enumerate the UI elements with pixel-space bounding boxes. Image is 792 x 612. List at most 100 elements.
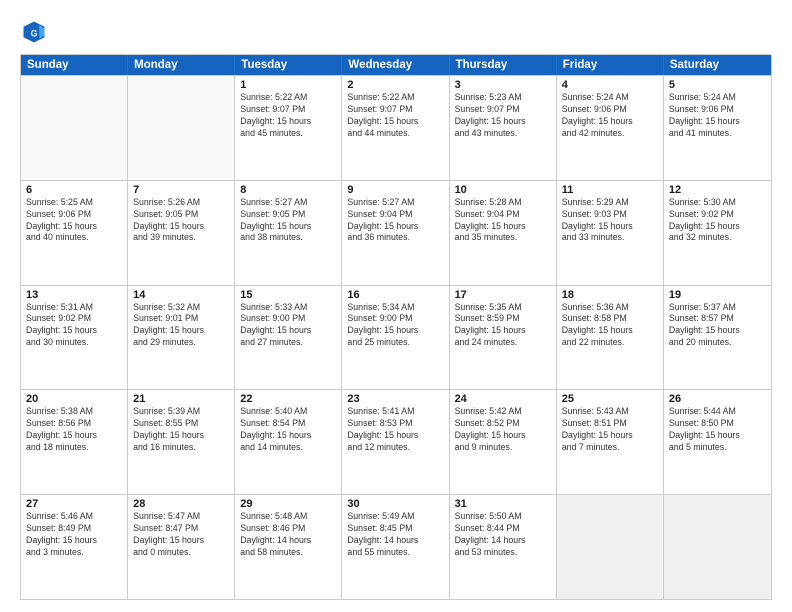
- cell-line: and 25 minutes.: [347, 337, 443, 349]
- cell-line: Sunrise: 5:24 AM: [562, 92, 658, 104]
- day-number: 7: [133, 184, 229, 196]
- calendar-cell: 7Sunrise: 5:26 AMSunset: 9:05 PMDaylight…: [128, 181, 235, 285]
- cell-line: Sunrise: 5:38 AM: [26, 406, 122, 418]
- cell-line: Sunset: 8:56 PM: [26, 418, 122, 430]
- cell-line: Sunset: 9:04 PM: [347, 209, 443, 221]
- cell-line: Sunset: 9:05 PM: [133, 209, 229, 221]
- calendar-row-1: 6Sunrise: 5:25 AMSunset: 9:06 PMDaylight…: [21, 180, 771, 285]
- day-number: 12: [669, 184, 766, 196]
- cell-line: Sunrise: 5:31 AM: [26, 302, 122, 314]
- day-of-week-sunday: Sunday: [21, 55, 128, 75]
- cell-line: Sunrise: 5:26 AM: [133, 197, 229, 209]
- calendar-cell: 21Sunrise: 5:39 AMSunset: 8:55 PMDayligh…: [128, 390, 235, 494]
- calendar-cell: 23Sunrise: 5:41 AMSunset: 8:53 PMDayligh…: [342, 390, 449, 494]
- calendar-row-4: 27Sunrise: 5:46 AMSunset: 8:49 PMDayligh…: [21, 494, 771, 599]
- calendar-cell: 9Sunrise: 5:27 AMSunset: 9:04 PMDaylight…: [342, 181, 449, 285]
- cell-line: Daylight: 15 hours: [347, 116, 443, 128]
- day-number: 30: [347, 498, 443, 510]
- calendar-cell: 19Sunrise: 5:37 AMSunset: 8:57 PMDayligh…: [664, 286, 771, 390]
- cell-line: Sunset: 8:47 PM: [133, 523, 229, 535]
- day-number: 19: [669, 289, 766, 301]
- cell-line: Sunrise: 5:30 AM: [669, 197, 766, 209]
- cell-line: and 14 minutes.: [240, 442, 336, 454]
- day-number: 20: [26, 393, 122, 405]
- calendar-cell: [21, 76, 128, 180]
- cell-line: Sunrise: 5:43 AM: [562, 406, 658, 418]
- cell-line: and 12 minutes.: [347, 442, 443, 454]
- calendar-cell: 12Sunrise: 5:30 AMSunset: 9:02 PMDayligh…: [664, 181, 771, 285]
- cell-line: and 36 minutes.: [347, 232, 443, 244]
- calendar-cell: 14Sunrise: 5:32 AMSunset: 9:01 PMDayligh…: [128, 286, 235, 390]
- cell-line: and 20 minutes.: [669, 337, 766, 349]
- cell-line: Sunset: 8:54 PM: [240, 418, 336, 430]
- cell-line: and 44 minutes.: [347, 128, 443, 140]
- cell-line: Daylight: 15 hours: [240, 325, 336, 337]
- calendar-row-0: 1Sunrise: 5:22 AMSunset: 9:07 PMDaylight…: [21, 75, 771, 180]
- calendar-cell: 15Sunrise: 5:33 AMSunset: 9:00 PMDayligh…: [235, 286, 342, 390]
- day-number: 22: [240, 393, 336, 405]
- calendar-cell: 16Sunrise: 5:34 AMSunset: 9:00 PMDayligh…: [342, 286, 449, 390]
- cell-line: Sunset: 9:04 PM: [455, 209, 551, 221]
- cell-line: and 42 minutes.: [562, 128, 658, 140]
- day-number: 16: [347, 289, 443, 301]
- cell-line: Sunrise: 5:34 AM: [347, 302, 443, 314]
- page: G SundayMondayTuesdayWednesdayThursdayFr…: [0, 0, 792, 612]
- calendar-cell: 31Sunrise: 5:50 AMSunset: 8:44 PMDayligh…: [450, 495, 557, 599]
- cell-line: Sunset: 9:00 PM: [240, 313, 336, 325]
- calendar-cell: 27Sunrise: 5:46 AMSunset: 8:49 PMDayligh…: [21, 495, 128, 599]
- cell-line: Sunset: 9:03 PM: [562, 209, 658, 221]
- calendar-cell: 17Sunrise: 5:35 AMSunset: 8:59 PMDayligh…: [450, 286, 557, 390]
- day-of-week-friday: Friday: [557, 55, 664, 75]
- day-number: 24: [455, 393, 551, 405]
- cell-line: Daylight: 15 hours: [133, 535, 229, 547]
- cell-line: Sunset: 8:45 PM: [347, 523, 443, 535]
- cell-line: Daylight: 15 hours: [669, 430, 766, 442]
- calendar-row-3: 20Sunrise: 5:38 AMSunset: 8:56 PM Dayligh…: [21, 389, 771, 494]
- cell-line: and 27 minutes.: [240, 337, 336, 349]
- cell-line: and 35 minutes.: [455, 232, 551, 244]
- calendar-cell: 13Sunrise: 5:31 AMSunset: 9:02 PMDayligh…: [21, 286, 128, 390]
- cell-line: Sunrise: 5:46 AM: [26, 511, 122, 523]
- calendar-cell: 30Sunrise: 5:49 AMSunset: 8:45 PMDayligh…: [342, 495, 449, 599]
- cell-line: Sunrise: 5:36 AM: [562, 302, 658, 314]
- cell-line: Sunrise: 5:42 AM: [455, 406, 551, 418]
- cell-line: Sunrise: 5:27 AM: [240, 197, 336, 209]
- cell-line: Daylight: 15 hours: [133, 221, 229, 233]
- cell-line: Daylight: 15 hours: [562, 116, 658, 128]
- cell-line: Sunrise: 5:49 AM: [347, 511, 443, 523]
- cell-line: Sunset: 9:02 PM: [26, 313, 122, 325]
- cell-line: Sunset: 9:02 PM: [669, 209, 766, 221]
- cell-line: Daylight: 15 hours: [347, 221, 443, 233]
- calendar-cell: 11Sunrise: 5:29 AMSunset: 9:03 PMDayligh…: [557, 181, 664, 285]
- cell-line: and 29 minutes.: [133, 337, 229, 349]
- calendar-header: SundayMondayTuesdayWednesdayThursdayFrid…: [21, 55, 771, 75]
- cell-line: Sunset: 8:50 PM: [669, 418, 766, 430]
- cell-line: and 24 minutes.: [455, 337, 551, 349]
- cell-line: Daylight: 15 hours: [562, 325, 658, 337]
- cell-line: and 45 minutes.: [240, 128, 336, 140]
- cell-line: Daylight: 15 hours: [26, 221, 122, 233]
- calendar-cell: 3Sunrise: 5:23 AMSunset: 9:07 PMDaylight…: [450, 76, 557, 180]
- cell-line: and 32 minutes.: [669, 232, 766, 244]
- cell-line: and 40 minutes.: [26, 232, 122, 244]
- calendar-cell: 18Sunrise: 5:36 AMSunset: 8:58 PMDayligh…: [557, 286, 664, 390]
- cell-line: Daylight: 15 hours: [347, 430, 443, 442]
- calendar-cell: 22Sunrise: 5:40 AMSunset: 8:54 PMDayligh…: [235, 390, 342, 494]
- calendar-cell: 4Sunrise: 5:24 AMSunset: 9:06 PMDaylight…: [557, 76, 664, 180]
- cell-line: Sunset: 8:46 PM: [240, 523, 336, 535]
- header: G: [20, 18, 772, 46]
- cell-line: and 38 minutes.: [240, 232, 336, 244]
- cell-line: Sunrise: 5:37 AM: [669, 302, 766, 314]
- cell-line: Sunrise: 5:39 AM: [133, 406, 229, 418]
- cell-line: Sunrise: 5:25 AM: [26, 197, 122, 209]
- cell-line: and 18 minutes.: [26, 442, 122, 454]
- day-number: 9: [347, 184, 443, 196]
- cell-line: Sunrise: 5:33 AM: [240, 302, 336, 314]
- cell-line: and 33 minutes.: [562, 232, 658, 244]
- logo: G: [20, 18, 52, 46]
- cell-line: Sunset: 9:01 PM: [133, 313, 229, 325]
- cell-line: and 3 minutes.: [26, 547, 122, 559]
- day-number: 1: [240, 79, 336, 91]
- day-number: 13: [26, 289, 122, 301]
- calendar-cell: 28Sunrise: 5:47 AMSunset: 8:47 PMDayligh…: [128, 495, 235, 599]
